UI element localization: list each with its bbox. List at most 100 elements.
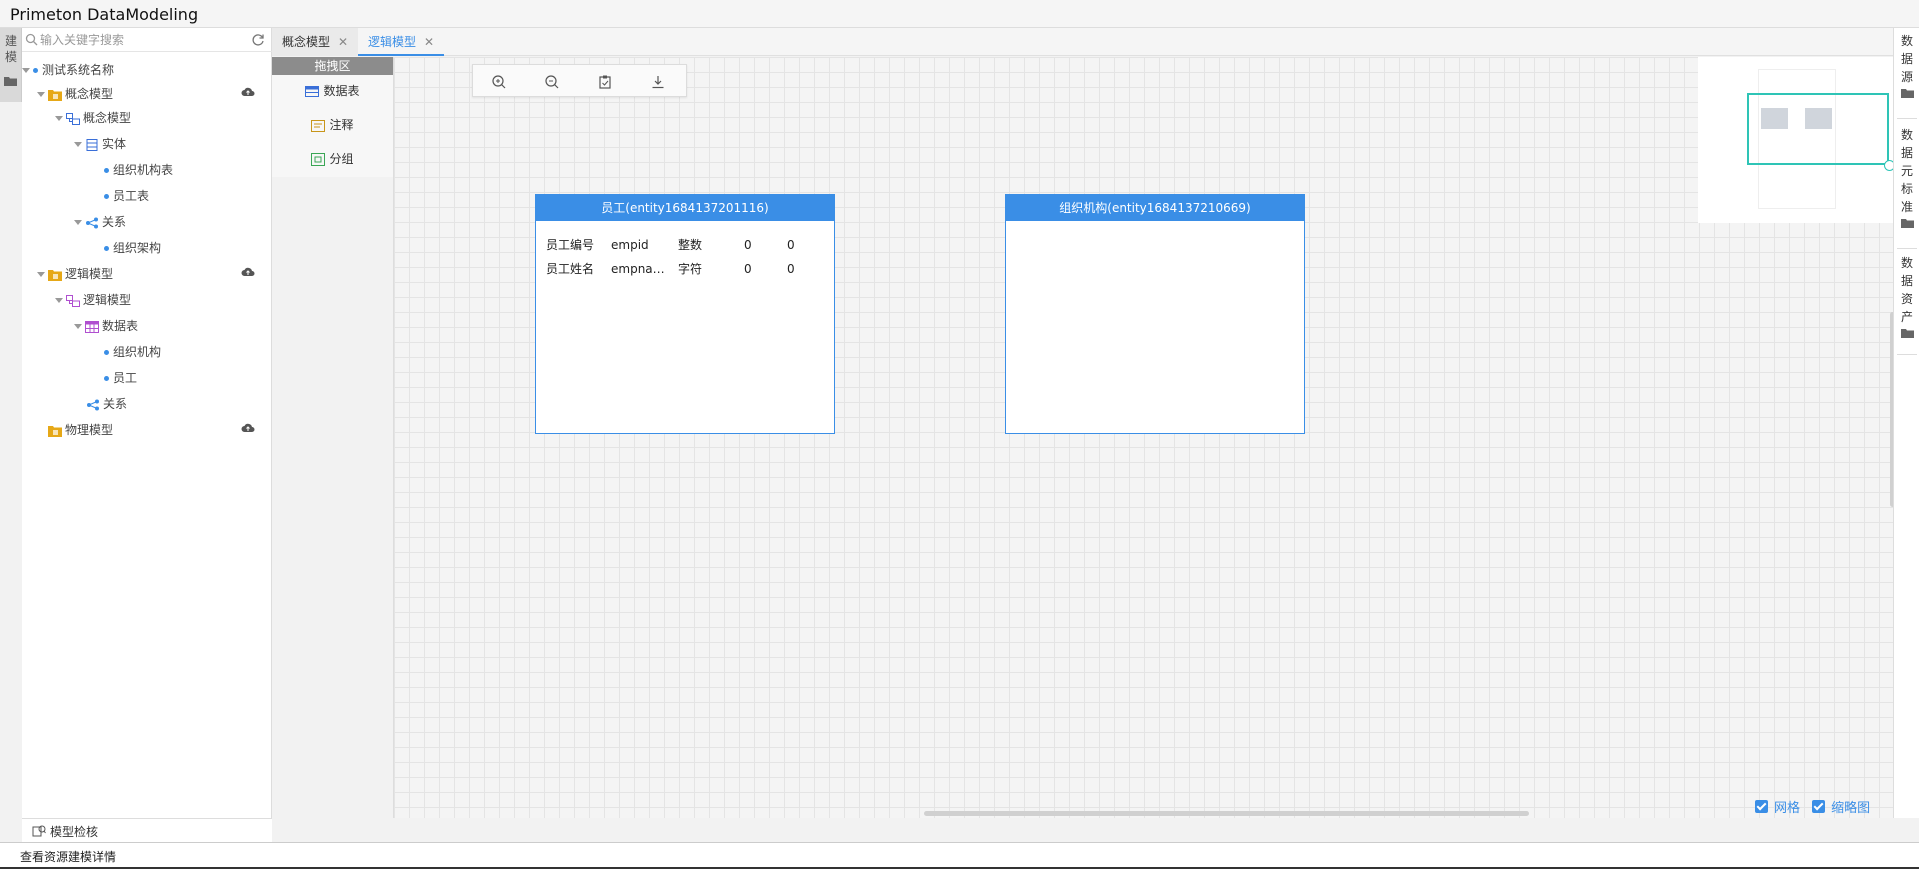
expand-arrow-icon[interactable]	[55, 116, 63, 121]
node-dot-icon	[104, 168, 109, 173]
group-icon	[311, 153, 326, 166]
relation-icon	[87, 399, 99, 410]
logical-diagram-icon	[66, 294, 80, 307]
model-check-icon	[32, 825, 46, 837]
logical-folder-icon	[48, 269, 62, 281]
tab-concept-model[interactable]: 概念模型 ✕	[272, 28, 359, 56]
left-modeling-tab[interactable]: 建模	[0, 28, 22, 102]
relation-icon	[86, 217, 98, 228]
horizontal-scrollbar[interactable]	[924, 811, 1529, 816]
canvas-toolbar	[472, 64, 687, 97]
tree-node-relation[interactable]: 关系	[74, 210, 126, 234]
entity-employee[interactable]: 员工(entity1684137201116) 员工编号 empid 整数 0 …	[535, 194, 835, 434]
download-icon[interactable]	[650, 74, 666, 90]
concept-diagram-icon	[66, 112, 80, 125]
thumbnail-checkbox[interactable]	[1812, 800, 1826, 813]
tree-node-physical-model[interactable]: 物理模型	[48, 418, 113, 442]
tree-node-root[interactable]: 测试系统名称	[22, 58, 114, 82]
right-tab-label: 数据源	[1901, 34, 1914, 84]
right-tab-label: 数据资产	[1901, 256, 1914, 324]
expand-arrow-icon[interactable]	[74, 142, 82, 147]
right-tab-data-standard[interactable]: 数据元标准	[1894, 126, 1919, 228]
palette-title: 拖拽区	[272, 57, 393, 75]
node-dot-icon	[104, 194, 109, 199]
entity-field-row[interactable]: 员工编号 empid 整数 0 0	[536, 233, 836, 257]
expand-arrow-icon[interactable]	[74, 324, 82, 329]
diagram-canvas[interactable]	[393, 57, 1893, 818]
folder-icon	[1900, 89, 1914, 98]
thumbnail-label[interactable]: 缩略图	[1831, 801, 1870, 816]
grid-checkbox[interactable]	[1755, 800, 1768, 813]
tree-node-data-table[interactable]: 数据表	[74, 314, 138, 338]
entity-field-row[interactable]: 员工姓名 empna… 字符 0 0	[536, 257, 836, 281]
cloud-upload-icon[interactable]	[241, 267, 255, 277]
tree-search-bar	[22, 28, 272, 52]
tree-node-concept-model[interactable]: 概念模型	[37, 82, 113, 106]
entity-title[interactable]: 员工(entity1684137201116)	[536, 195, 834, 221]
physical-folder-icon	[48, 425, 62, 437]
zoom-out-icon[interactable]	[544, 74, 560, 90]
close-icon[interactable]: ✕	[338, 35, 348, 49]
status-bar: 查看资源建模详情	[0, 842, 1919, 869]
tree-node-employee-table[interactable]: 员工表	[104, 184, 149, 208]
palette-item-note[interactable]: 注释	[272, 113, 393, 137]
editor-tabs: 概念模型 ✕ 逻辑模型 ✕	[272, 28, 1893, 56]
right-tab-separator	[1897, 248, 1917, 249]
tree-node-entity[interactable]: 实体	[74, 132, 126, 156]
tree-node-concept-model-child[interactable]: 概念模型	[55, 106, 131, 130]
close-icon[interactable]: ✕	[424, 35, 434, 49]
search-icon	[25, 33, 38, 46]
minimap[interactable]	[1698, 57, 1895, 223]
status-text[interactable]: 查看资源建模详情	[20, 848, 116, 865]
concept-folder-icon	[48, 89, 62, 101]
note-icon	[311, 119, 326, 132]
entity-icon	[86, 138, 98, 151]
tree-node-org-table[interactable]: 组织机构表	[104, 158, 173, 182]
title-bar: Primeton DataModeling	[0, 0, 1919, 28]
tree-node-employee[interactable]: 员工	[104, 366, 137, 390]
tree-node-logical-relation[interactable]: 关系	[86, 392, 127, 416]
model-tree-sidebar: 测试系统名称 概念模型 概念模型 实体 组织机构表 员工表 关系 组织架构 逻辑…	[22, 28, 272, 818]
app-title: Primeton DataModeling	[10, 5, 199, 24]
node-dot-icon	[104, 350, 109, 355]
right-side-panel: 数据源 数据元标准 数据资产	[1893, 28, 1919, 818]
folder-icon	[1900, 329, 1914, 338]
cloud-upload-icon[interactable]	[241, 87, 255, 97]
search-input[interactable]	[40, 31, 240, 49]
expand-arrow-icon[interactable]	[74, 220, 82, 225]
expand-arrow-icon[interactable]	[37, 92, 45, 97]
model-check-button[interactable]: 模型检核	[22, 818, 272, 842]
tree-node-logical-model[interactable]: 逻辑模型	[37, 262, 113, 286]
right-tab-datasource[interactable]: 数据源	[1894, 32, 1919, 98]
table-icon	[85, 320, 99, 333]
entity-title[interactable]: 组织机构(entity1684137210669)	[1006, 195, 1304, 221]
tab-logical-model[interactable]: 逻辑模型 ✕	[358, 28, 445, 56]
left-tab-label: 建模	[5, 34, 18, 64]
node-dot-icon	[104, 246, 109, 251]
entity-organization[interactable]: 组织机构(entity1684137210669)	[1005, 194, 1305, 434]
view-options: 网格 缩略图	[1755, 797, 1878, 816]
table-icon	[305, 86, 320, 97]
drag-palette: 拖拽区 数据表 注释 分组	[272, 57, 393, 177]
right-tab-separator	[1897, 118, 1917, 119]
node-dot-icon	[104, 376, 109, 381]
minimap-viewport[interactable]	[1747, 93, 1889, 165]
expand-arrow-icon[interactable]	[37, 272, 45, 277]
zoom-in-icon[interactable]	[491, 74, 507, 90]
node-dot-icon	[33, 68, 38, 73]
expand-arrow-icon[interactable]	[55, 298, 63, 303]
tree-node-logical-model-child[interactable]: 逻辑模型	[55, 288, 131, 312]
right-tab-separator	[1897, 354, 1917, 355]
tree-node-org-structure[interactable]: 组织架构	[104, 236, 161, 260]
model-check-label: 模型检核	[50, 825, 99, 839]
tree-node-org[interactable]: 组织机构	[104, 340, 161, 364]
palette-item-data-table[interactable]: 数据表	[272, 79, 393, 103]
refresh-icon[interactable]	[251, 33, 265, 47]
folder-icon	[1900, 219, 1914, 228]
expand-arrow-icon[interactable]	[22, 68, 30, 73]
grid-label[interactable]: 网格	[1774, 801, 1800, 816]
right-tab-data-assets[interactable]: 数据资产	[1894, 254, 1919, 338]
clipboard-icon[interactable]	[597, 74, 613, 90]
palette-item-group[interactable]: 分组	[272, 147, 393, 171]
cloud-upload-icon[interactable]	[241, 423, 255, 433]
